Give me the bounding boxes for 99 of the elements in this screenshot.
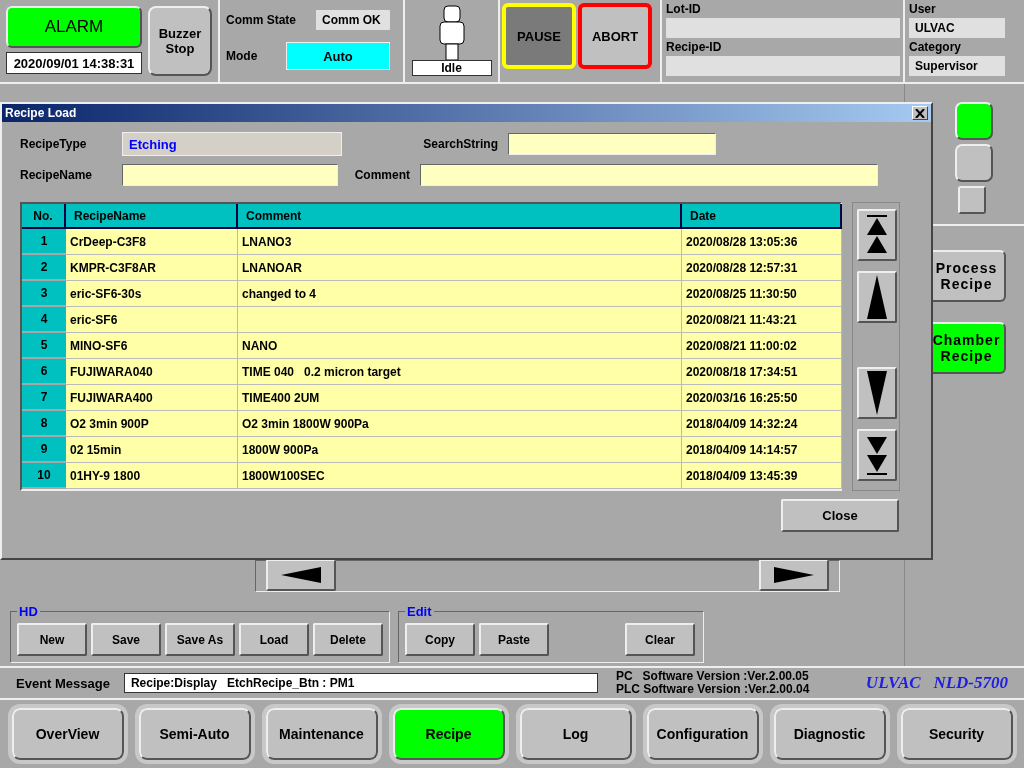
mode-label: Mode xyxy=(226,49,258,63)
robot-figure-icon xyxy=(437,4,466,60)
table-cell[interactable]: 2018/04/09 13:45:39 xyxy=(682,463,842,489)
table-cell[interactable]: 1800W 900Pa xyxy=(238,437,682,463)
alarm-button[interactable]: ALARM xyxy=(6,6,142,48)
software-version: PC Software Version :Ver.2.00.05 xyxy=(615,670,810,683)
hd-button[interactable]: New xyxy=(17,623,87,656)
table-cell[interactable]: 2020/08/21 11:00:02 xyxy=(682,333,842,359)
previous-button[interactable] xyxy=(266,559,336,591)
table-cell[interactable]: O2 3min 900P xyxy=(66,411,238,437)
category-label: Category xyxy=(909,40,962,54)
down-arrow-icon xyxy=(867,371,887,415)
table-cell[interactable]: 1800W100SEC xyxy=(238,463,682,489)
table-cell[interactable]: 2020/08/25 11:30:50 xyxy=(682,281,842,307)
recipe-type-label: RecipeType xyxy=(20,137,88,151)
table-cell[interactable]: 2020/08/28 12:57:31 xyxy=(682,255,842,281)
column-header: Date xyxy=(682,204,842,229)
row-number: 2 xyxy=(22,255,66,281)
row-number: 7 xyxy=(22,385,66,411)
table-cell[interactable]: O2 3min 1800W 900Pa xyxy=(238,411,682,437)
table-cell[interactable]: CrDeep-C3F8 xyxy=(66,229,238,255)
table-cell[interactable]: 02 15min xyxy=(66,437,238,463)
comment-field[interactable] xyxy=(420,164,878,186)
table-cell[interactable]: TIME400 2UM xyxy=(238,385,682,411)
edit-button[interactable]: Copy xyxy=(405,623,475,656)
hd-button[interactable]: Load xyxy=(239,623,309,656)
row-number: 5 xyxy=(22,333,66,359)
group-title: Edit xyxy=(406,604,433,619)
table-cell[interactable] xyxy=(238,307,682,333)
hd-button[interactable]: Save xyxy=(91,623,161,656)
abort-button[interactable]: ABORT xyxy=(578,3,652,69)
edit-button[interactable]: Paste xyxy=(479,623,549,656)
column-header: RecipeName xyxy=(66,204,238,229)
table-cell[interactable]: 2020/08/18 17:34:51 xyxy=(682,359,842,385)
right-arrow-icon xyxy=(774,567,814,583)
row-number: 9 xyxy=(22,437,66,463)
dialog-title: Recipe Load xyxy=(5,106,77,120)
status-lamp xyxy=(957,186,986,214)
table-cell[interactable]: 01HY-9 1800 xyxy=(66,463,238,489)
table-cell[interactable]: eric-SF6 xyxy=(66,307,238,333)
row-number: 4 xyxy=(22,307,66,333)
double-down-arrow-icon xyxy=(867,435,887,475)
next-button[interactable] xyxy=(759,559,829,591)
comm-state-label: Comm State xyxy=(226,13,296,27)
row-number: 6 xyxy=(22,359,66,385)
left-arrow-icon xyxy=(281,567,321,583)
table-cell[interactable]: NANO xyxy=(238,333,682,359)
event-message-label: Event Message xyxy=(16,675,110,691)
up-arrow-icon xyxy=(867,275,887,319)
mode-value: Auto xyxy=(286,42,390,70)
buzzer-stop-button[interactable]: Buzzer Stop xyxy=(148,6,212,76)
column-header: Comment xyxy=(238,204,682,229)
datetime: 2020/09/01 14:38:31 xyxy=(6,52,142,74)
user-label: User xyxy=(909,2,937,16)
user-value: ULVAC xyxy=(909,18,1005,38)
row-number: 3 xyxy=(22,281,66,307)
category-value: Supervisor xyxy=(909,56,1005,76)
table-cell[interactable]: FUJIWARA400 xyxy=(66,385,238,411)
software-version: PLC Software Version :Ver.2.00.04 xyxy=(615,683,810,696)
table-cell[interactable]: FUJIWARA040 xyxy=(66,359,238,385)
table-cell[interactable]: 2018/04/09 14:14:57 xyxy=(682,437,842,463)
hd-button[interactable]: Delete xyxy=(313,623,383,656)
id-label: Lot-ID xyxy=(666,2,702,16)
scroll-down-button[interactable] xyxy=(857,367,897,419)
table-cell[interactable]: MINO-SF6 xyxy=(66,333,238,359)
table-cell[interactable]: 2020/03/16 16:25:50 xyxy=(682,385,842,411)
column-header: No. xyxy=(22,204,66,229)
scroll-bottom-button[interactable] xyxy=(857,429,897,481)
table-cell[interactable]: LNANOAR xyxy=(238,255,682,281)
table-cell[interactable]: KMPR-C3F8AR xyxy=(66,255,238,281)
recipe-name-field[interactable] xyxy=(122,164,338,186)
comm-state-value: Comm OK xyxy=(316,10,390,30)
event-message-field: Recipe:Display EtchRecipe_Btn : PM1 xyxy=(123,673,598,693)
scroll-top-button[interactable] xyxy=(857,209,897,261)
row-number: 1 xyxy=(22,229,66,255)
table-cell[interactable]: LNANO3 xyxy=(238,229,682,255)
id-label: Recipe-ID xyxy=(666,40,723,54)
double-up-arrow-icon xyxy=(867,215,887,255)
pause-button[interactable]: PAUSE xyxy=(502,3,576,69)
scroll-up-button[interactable] xyxy=(857,271,897,323)
recipe-type-value: Etching xyxy=(122,132,342,156)
comment-label: Comment xyxy=(353,168,410,182)
brand-name: ULVAC NLD-5700 xyxy=(865,673,1008,693)
row-number: 10 xyxy=(22,463,66,489)
clear-button[interactable]: Clear xyxy=(625,623,695,656)
search-string-field[interactable] xyxy=(508,133,716,155)
close-button[interactable]: Close xyxy=(781,499,899,532)
search-string-label: SearchString xyxy=(422,137,498,151)
table-cell[interactable]: eric-SF6-30s xyxy=(66,281,238,307)
recipe-name-label: RecipeName xyxy=(20,168,94,182)
row-number: 8 xyxy=(22,411,66,437)
table-cell[interactable]: 2018/04/09 14:32:24 xyxy=(682,411,842,437)
table-cell[interactable]: 2020/08/28 13:05:36 xyxy=(682,229,842,255)
table-cell[interactable]: changed to 4 xyxy=(238,281,682,307)
group-title: HD xyxy=(18,604,39,619)
close-icon[interactable] xyxy=(912,106,928,120)
table-cell[interactable]: 2020/08/21 11:43:21 xyxy=(682,307,842,333)
hd-button[interactable]: Save As xyxy=(165,623,235,656)
table-cell[interactable]: TIME 040 0.2 micron target xyxy=(238,359,682,385)
